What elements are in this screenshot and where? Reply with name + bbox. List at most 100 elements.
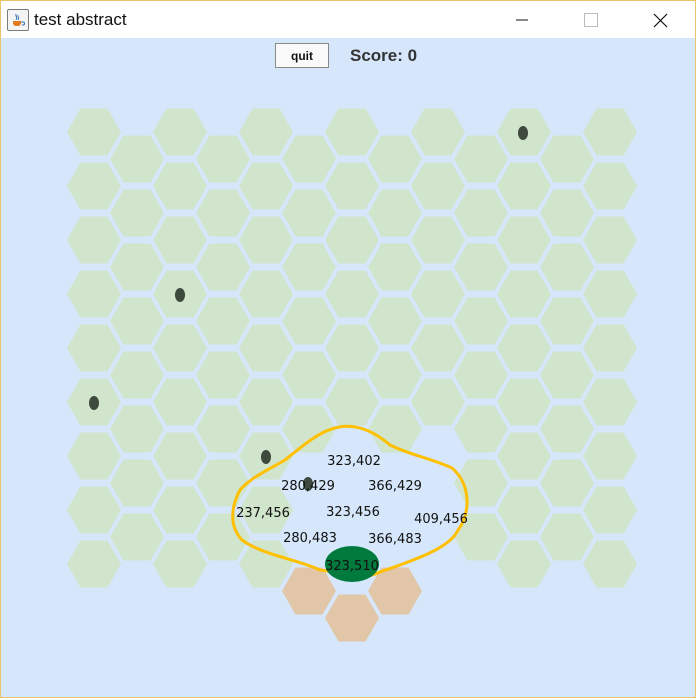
hex-cell[interactable] <box>196 297 250 345</box>
hex-cell[interactable] <box>325 216 379 264</box>
hex-cell[interactable] <box>325 594 379 642</box>
hex-cell[interactable] <box>583 486 637 534</box>
hex-cell[interactable] <box>540 513 594 561</box>
hex-cell[interactable] <box>67 162 121 210</box>
hex-cell[interactable] <box>540 351 594 399</box>
hex-cell[interactable] <box>67 108 121 156</box>
hex-cell[interactable] <box>239 540 293 588</box>
hex-cell[interactable] <box>540 459 594 507</box>
hex-cell[interactable] <box>583 378 637 426</box>
hex-cell[interactable] <box>110 351 164 399</box>
hex-cell[interactable] <box>497 378 551 426</box>
hex-cell[interactable] <box>196 351 250 399</box>
hex-cell[interactable] <box>196 189 250 237</box>
cell-label: 323,510 <box>325 559 379 574</box>
hex-cell[interactable] <box>454 405 508 453</box>
hex-cell[interactable] <box>67 270 121 318</box>
hex-board[interactable]: 323,402 280,429 366,429 237,456 323,456 … <box>0 0 696 698</box>
hex-cell[interactable] <box>196 243 250 291</box>
hex-cell[interactable] <box>196 135 250 183</box>
hex-cell[interactable] <box>67 324 121 372</box>
hex-cell[interactable] <box>497 216 551 264</box>
hex-cell[interactable] <box>239 108 293 156</box>
hex-cell[interactable] <box>454 297 508 345</box>
hex-cell[interactable] <box>454 351 508 399</box>
hex-cell[interactable] <box>282 243 336 291</box>
hex-cell[interactable] <box>497 162 551 210</box>
hex-cell[interactable] <box>325 270 379 318</box>
hex-cell[interactable] <box>411 216 465 264</box>
hex-cell[interactable] <box>411 378 465 426</box>
hex-cell[interactable] <box>110 189 164 237</box>
hex-cell[interactable] <box>583 108 637 156</box>
hex-cell[interactable] <box>368 297 422 345</box>
hex-cell[interactable] <box>540 405 594 453</box>
hex-cell[interactable] <box>368 405 422 453</box>
hex-cell[interactable] <box>411 162 465 210</box>
hex-cell[interactable] <box>540 297 594 345</box>
hex-cell[interactable] <box>153 216 207 264</box>
hex-cell[interactable] <box>454 243 508 291</box>
hex-cell[interactable] <box>239 378 293 426</box>
hex-cell[interactable] <box>325 378 379 426</box>
hex-cell[interactable] <box>325 324 379 372</box>
obstacle-marker[interactable] <box>518 126 528 140</box>
hex-cell[interactable] <box>368 189 422 237</box>
hex-cell[interactable] <box>153 486 207 534</box>
hex-cell[interactable] <box>282 567 336 615</box>
hex-cell[interactable] <box>282 135 336 183</box>
hex-cell[interactable] <box>239 324 293 372</box>
hex-cell[interactable] <box>583 216 637 264</box>
hex-cell[interactable] <box>153 108 207 156</box>
hex-cell[interactable] <box>67 216 121 264</box>
hex-cell[interactable] <box>497 324 551 372</box>
hex-cell[interactable] <box>497 486 551 534</box>
hex-cell[interactable] <box>153 324 207 372</box>
hex-cell[interactable] <box>67 486 121 534</box>
hex-cell[interactable] <box>110 459 164 507</box>
hex-cell[interactable] <box>497 432 551 480</box>
hex-cell[interactable] <box>153 540 207 588</box>
hex-cell[interactable] <box>411 270 465 318</box>
hex-cell[interactable] <box>153 162 207 210</box>
hex-cell[interactable] <box>282 351 336 399</box>
obstacle-marker[interactable] <box>261 450 271 464</box>
hex-cell[interactable] <box>282 297 336 345</box>
hex-cell[interactable] <box>282 189 336 237</box>
hex-cell[interactable] <box>110 297 164 345</box>
obstacle-marker[interactable] <box>175 288 185 302</box>
hex-cell[interactable] <box>368 351 422 399</box>
obstacle-marker[interactable] <box>89 396 99 410</box>
hex-cell[interactable] <box>540 243 594 291</box>
hex-cell[interactable] <box>196 459 250 507</box>
hex-cell[interactable] <box>110 513 164 561</box>
hex-cell[interactable] <box>67 540 121 588</box>
hex-cell[interactable] <box>583 162 637 210</box>
hex-cell[interactable] <box>411 108 465 156</box>
hex-cell[interactable] <box>583 324 637 372</box>
hex-cell[interactable] <box>67 432 121 480</box>
hex-cell[interactable] <box>583 540 637 588</box>
hex-cell[interactable] <box>325 108 379 156</box>
hex-cell[interactable] <box>110 243 164 291</box>
hex-cell[interactable] <box>497 270 551 318</box>
hex-cell[interactable] <box>540 135 594 183</box>
hex-cell[interactable] <box>110 135 164 183</box>
hex-cell[interactable] <box>110 405 164 453</box>
hex-cell[interactable] <box>583 432 637 480</box>
hex-cell[interactable] <box>239 216 293 264</box>
hex-cell[interactable] <box>368 243 422 291</box>
hex-cell[interactable] <box>540 189 594 237</box>
hex-cell[interactable] <box>239 162 293 210</box>
hex-cell[interactable] <box>239 270 293 318</box>
hex-cell[interactable] <box>368 135 422 183</box>
hex-cell[interactable] <box>454 189 508 237</box>
hex-cell[interactable] <box>411 324 465 372</box>
hex-cell[interactable] <box>583 270 637 318</box>
hex-cell[interactable] <box>325 162 379 210</box>
hex-cell[interactable] <box>196 405 250 453</box>
hex-cell[interactable] <box>497 540 551 588</box>
hex-cell[interactable] <box>153 432 207 480</box>
hex-cell[interactable] <box>454 135 508 183</box>
hex-cell[interactable] <box>153 378 207 426</box>
